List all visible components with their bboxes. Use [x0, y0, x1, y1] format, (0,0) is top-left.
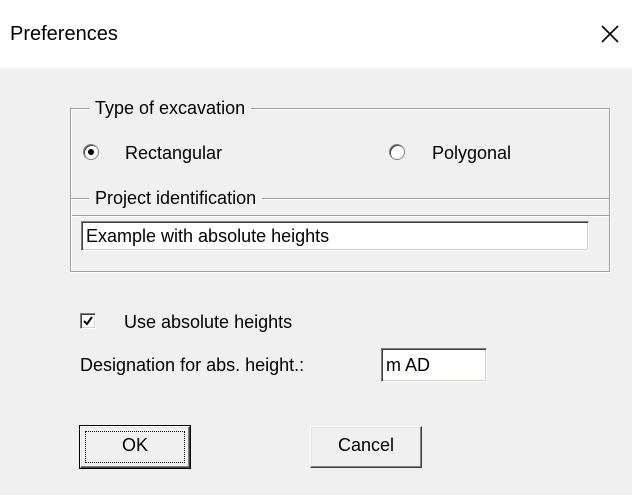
radio-rectangular[interactable] — [83, 144, 99, 160]
cancel-button-label: Cancel — [337, 435, 395, 455]
title-bar: Preferences — [0, 0, 632, 68]
excavation-type-legend: Type of excavation — [89, 97, 252, 119]
cancel-button[interactable]: Cancel — [310, 426, 422, 468]
radio-rectangular-label[interactable]: Rectangular — [125, 142, 222, 164]
preferences-dialog: Preferences Type of excavation Rectangul… — [0, 0, 632, 495]
close-button[interactable] — [588, 14, 632, 54]
radio-selected-dot — [88, 149, 94, 155]
designation-input[interactable]: m AD — [381, 348, 487, 382]
use-absolute-heights-label[interactable]: Use absolute heights — [124, 311, 292, 333]
window-title: Preferences — [10, 23, 118, 45]
check-icon — [83, 316, 93, 326]
radio-polygonal[interactable] — [389, 144, 405, 160]
use-absolute-heights-checkbox[interactable] — [80, 313, 96, 329]
ok-button-label: OK — [121, 435, 148, 455]
project-identification-input[interactable]: Example with absolute heights — [81, 221, 589, 251]
project-identification-legend: Project identification — [89, 187, 263, 209]
radio-polygonal-label[interactable]: Polygonal — [432, 142, 511, 164]
ok-button[interactable]: OK — [79, 425, 191, 469]
close-icon — [601, 25, 619, 43]
project-identification-group: Project identification Example with abso… — [70, 187, 610, 272]
designation-label: Designation for abs. height.: — [80, 355, 305, 375]
dialog-body: Type of excavation Rectangular Polygonal… — [0, 68, 632, 495]
